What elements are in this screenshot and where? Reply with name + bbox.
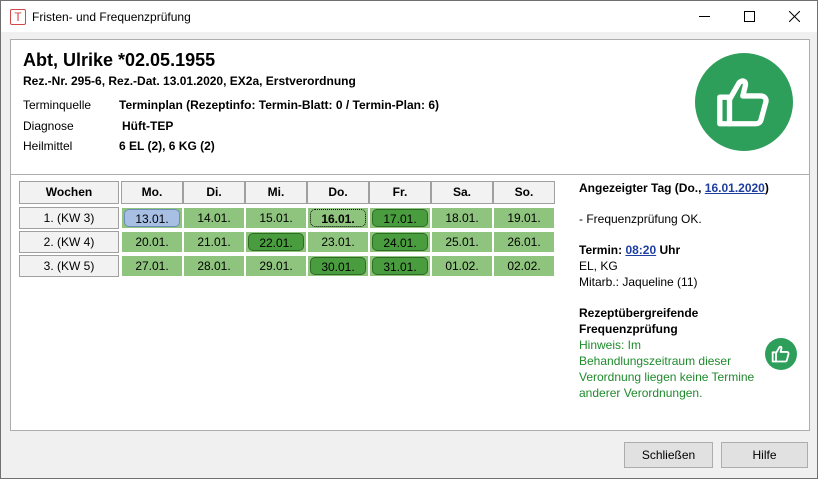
maximize-button[interactable] <box>727 1 772 32</box>
day-cell[interactable]: 15.01. <box>245 207 307 229</box>
day-cell[interactable]: 21.01. <box>183 231 245 253</box>
header-wochen: Wochen <box>19 181 119 204</box>
info-label-diagnose: Diagnose <box>23 119 74 133</box>
shown-day-suffix: ) <box>764 181 769 195</box>
cross-check-ok-badge <box>765 338 797 370</box>
day-cell[interactable]: 01.02. <box>431 255 493 277</box>
day-cell[interactable]: 31.01. <box>369 255 431 277</box>
appointment-marker: 22.01. <box>248 233 304 251</box>
termin-label: Termin: <box>579 243 626 257</box>
dialog-window: T Fristen- und Frequenzprüfung Abt, Ulri… <box>0 0 818 479</box>
prescription-line: Rez.-Nr. 295-6, Rez.-Dat. 13.01.2020, EX… <box>23 74 356 88</box>
header-day: Mo. <box>121 181 183 204</box>
header-day: Fr. <box>369 181 431 204</box>
header-day: Mi. <box>245 181 307 204</box>
status-ok-badge <box>695 53 793 151</box>
day-cell[interactable]: 24.01. <box>369 231 431 253</box>
info-value-heilmittel: 6 EL (2), 6 KG (2) <box>119 139 215 153</box>
day-cell[interactable]: 27.01. <box>121 255 183 277</box>
appointment-marker: 30.01. <box>310 257 366 275</box>
hint-line: Hinweis: Im <box>579 338 642 352</box>
thumbs-up-icon <box>717 78 769 127</box>
day-cell[interactable]: 02.02. <box>493 255 555 277</box>
check-result: - Frequenzprüfung OK. <box>579 212 702 226</box>
header-day: Do. <box>307 181 369 204</box>
hint-line: Verordnung liegen keine Termine <box>579 370 755 384</box>
title-bar[interactable]: T Fristen- und Frequenzprüfung <box>1 1 817 32</box>
day-cell[interactable]: 16.01. <box>307 207 369 229</box>
week-row-label[interactable]: 2. (KW 4) <box>19 231 119 253</box>
info-value-diagnose: Hüft-TEP <box>122 119 174 133</box>
cross-check-title-1: Rezeptübergreifende <box>579 306 699 320</box>
day-cell[interactable]: 14.01. <box>183 207 245 229</box>
day-cell[interactable]: 17.01. <box>369 207 431 229</box>
header-day: So. <box>493 181 555 204</box>
termin-time-link[interactable]: 08:20 <box>625 243 656 257</box>
termin-line: Termin: 08:20 Uhr <box>579 243 680 257</box>
day-cell[interactable]: 26.01. <box>493 231 555 253</box>
day-cell[interactable]: 20.01. <box>121 231 183 253</box>
termin-items: EL, KG <box>579 259 618 273</box>
close-window-button[interactable] <box>772 1 817 32</box>
cross-check-title-2: Frequenzprüfung <box>579 322 678 336</box>
content-panel: Abt, Ulrike *02.05.1955 Rez.-Nr. 295-6, … <box>10 39 810 431</box>
selected-day-marker: 13.01. <box>124 209 180 227</box>
shown-day-prefix: Angezeigter Tag (Do., <box>579 181 705 195</box>
header-day: Sa. <box>431 181 493 204</box>
close-button[interactable]: Schließen <box>624 442 713 468</box>
mitarbeiter: Mitarb.: Jaqueline (11) <box>579 275 698 289</box>
hint-line: anderer Verordnungen. <box>579 386 703 400</box>
minimize-button[interactable] <box>682 1 727 32</box>
info-label-terminquelle: Terminquelle <box>23 98 92 112</box>
day-cell[interactable]: 28.01. <box>183 255 245 277</box>
maximize-icon <box>744 11 755 22</box>
info-label-heilmittel: Heilmittel <box>23 139 73 153</box>
day-cell[interactable]: 18.01. <box>431 207 493 229</box>
window-title: Fristen- und Frequenzprüfung <box>32 10 191 24</box>
thumbs-up-icon <box>771 345 790 363</box>
day-cell[interactable]: 30.01. <box>307 255 369 277</box>
close-icon <box>789 11 800 22</box>
shown-day-marker: 16.01. <box>310 209 366 227</box>
info-value-terminquelle: Terminplan (Rezeptinfo: Termin-Blatt: 0 … <box>119 98 440 112</box>
week-row-label[interactable]: 1. (KW 3) <box>19 207 119 229</box>
appointment-marker: 17.01. <box>372 209 428 227</box>
minimize-icon <box>699 16 710 17</box>
app-t-icon: T <box>10 9 26 25</box>
day-cell[interactable]: 13.01. <box>121 207 183 229</box>
day-cell[interactable]: 25.01. <box>431 231 493 253</box>
day-cell[interactable]: 23.01. <box>307 231 369 253</box>
appointment-marker: 24.01. <box>372 233 428 251</box>
day-cell[interactable]: 22.01. <box>245 231 307 253</box>
week-row-label[interactable]: 3. (KW 5) <box>19 255 119 277</box>
shown-day-line: Angezeigter Tag (Do., 16.01.2020) <box>579 181 769 195</box>
day-cell[interactable]: 29.01. <box>245 255 307 277</box>
termin-unit: Uhr <box>656 243 681 257</box>
appointment-marker: 31.01. <box>372 257 428 275</box>
section-divider <box>11 174 809 175</box>
help-button[interactable]: Hilfe <box>721 442 808 468</box>
header-day: Di. <box>183 181 245 204</box>
shown-day-date-link[interactable]: 16.01.2020 <box>705 181 765 195</box>
day-cell[interactable]: 19.01. <box>493 207 555 229</box>
hint-line: Behandlungszeitraum dieser <box>579 354 732 368</box>
patient-name: Abt, Ulrike *02.05.1955 <box>23 50 216 70</box>
